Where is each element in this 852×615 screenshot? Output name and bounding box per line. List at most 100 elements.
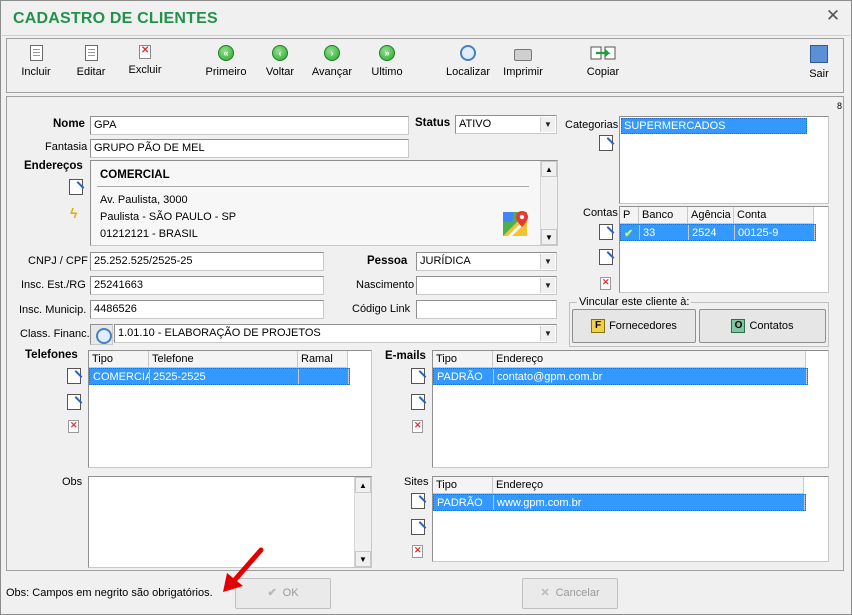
panel-marker: 8: [837, 101, 843, 111]
contatos-icon: O: [731, 319, 746, 334]
imprimir-button[interactable]: Imprimir: [501, 45, 545, 89]
cancel-label: Cancelar: [555, 587, 600, 599]
add-site-icon[interactable]: [411, 493, 425, 509]
col-header: Endereço: [493, 477, 804, 493]
endereco-cell: contato@gpm.com.br: [494, 369, 807, 384]
col-header: Banco: [639, 207, 688, 223]
vincular-title: Vincular este cliente à:: [577, 296, 692, 308]
edit-site-icon[interactable]: [411, 519, 425, 535]
insc-est-label: Insc. Est./RG: [21, 279, 86, 291]
edit-conta-icon[interactable]: [599, 249, 613, 265]
sites-label: Sites: [404, 476, 429, 488]
table-row[interactable]: PADRÃO www.gpm.com.br: [433, 494, 806, 511]
lightning-icon[interactable]: ϟ: [70, 205, 77, 221]
sair-button[interactable]: Sair: [803, 45, 835, 89]
table-row[interactable]: ✔ 33 2524 00125-9: [620, 224, 816, 241]
insc-munic-field[interactable]: 4486526: [90, 300, 324, 319]
cnpj-label: CNPJ / CPF: [28, 255, 88, 267]
printer-icon: [514, 49, 532, 61]
table-row[interactable]: COMERCIA 2525-2525: [89, 368, 350, 385]
previous-record-icon: ‹: [272, 45, 288, 61]
contatos-button[interactable]: O Contatos: [699, 309, 826, 343]
cnpj-field[interactable]: 25.252.525/2525-25: [90, 252, 324, 271]
window-title: CADASTRO DE CLIENTES: [13, 10, 218, 27]
codigo-link-field[interactable]: [416, 300, 557, 319]
add-telefone-icon[interactable]: [67, 368, 81, 384]
telefones-header: Tipo Telefone Ramal: [89, 351, 348, 368]
emails-header: Tipo Endereço: [433, 351, 806, 368]
magnifier-icon: [96, 328, 112, 344]
delete-telefone-icon[interactable]: [68, 420, 79, 433]
contas-label: Contas: [583, 207, 618, 219]
copiar-button[interactable]: Copiar: [583, 45, 623, 89]
red-arrow-annotation-icon: [223, 547, 264, 592]
categoria-item[interactable]: SUPERMERCADOS: [621, 118, 807, 134]
voltar-label: Voltar: [265, 66, 295, 78]
primeiro-button[interactable]: « Primeiro: [203, 45, 249, 89]
address-divider: [97, 186, 529, 187]
class-financ-search-button[interactable]: [90, 324, 113, 345]
address-line3: 01212121 - BRASIL: [100, 228, 198, 240]
tipo-cell: PADRÃO: [434, 495, 494, 510]
sair-label: Sair: [809, 68, 829, 80]
edit-email-icon[interactable]: [411, 394, 425, 410]
col-header: Endereço: [493, 351, 806, 367]
edit-address-icon[interactable]: [69, 179, 83, 195]
emails-grid[interactable]: Tipo Endereço PADRÃO contato@gpm.com.br: [432, 350, 829, 468]
sites-header: Tipo Endereço: [433, 477, 804, 494]
emails-label: E-mails: [385, 350, 426, 362]
fantasia-field[interactable]: GRUPO PÃO DE MEL: [90, 139, 409, 158]
nome-field[interactable]: GPA: [90, 116, 409, 135]
class-financ-select[interactable]: 1.01.10 - ELABORAÇÃO DE PROJETOS ▼: [114, 324, 557, 343]
telefones-grid[interactable]: Tipo Telefone Ramal COMERCIA 2525-2525: [88, 350, 372, 468]
delete-email-icon[interactable]: [412, 420, 423, 433]
nascimento-field[interactable]: ▼: [416, 276, 557, 295]
chevron-down-icon: ▼: [540, 278, 555, 293]
sites-grid[interactable]: Tipo Endereço PADRÃO www.gpm.com.br: [432, 476, 829, 562]
avancar-button[interactable]: › Avançar: [309, 45, 355, 89]
telefones-label: Telefones: [25, 349, 78, 361]
close-button[interactable]: ✕: [822, 6, 844, 26]
telefone-cell: 2525-2525: [150, 369, 299, 384]
google-maps-icon[interactable]: [502, 209, 530, 240]
categorias-list[interactable]: SUPERMERCADOS: [619, 116, 829, 204]
incluir-button[interactable]: Incluir: [18, 45, 54, 89]
voltar-button[interactable]: ‹ Voltar: [262, 45, 298, 89]
categorias-label: Categorias: [565, 119, 619, 131]
insc-est-field[interactable]: 25241663: [90, 276, 324, 295]
edit-telefone-icon[interactable]: [67, 394, 81, 410]
status-select[interactable]: ATIVO ▼: [455, 115, 557, 134]
add-email-icon[interactable]: [411, 368, 425, 384]
pessoa-select[interactable]: JURÍDICA ▼: [416, 252, 557, 271]
tipo-cell: COMERCIA: [90, 369, 150, 384]
col-header: Ramal: [298, 351, 348, 367]
cancel-button[interactable]: ✕ Cancelar: [522, 578, 618, 609]
delete-site-icon[interactable]: [412, 545, 423, 558]
address-card[interactable]: COMERCIAL Av. Paulista, 3000 Paulista - …: [90, 160, 558, 246]
excluir-button[interactable]: Excluir: [125, 45, 165, 89]
table-row[interactable]: PADRÃO contato@gpm.com.br: [433, 368, 808, 385]
enderecos-label: Endereços: [24, 160, 83, 172]
address-scrollbar[interactable]: ▲ ▼: [540, 161, 557, 245]
pessoa-value: JURÍDICA: [420, 255, 471, 267]
client-registration-window: CADASTRO DE CLIENTES ✕ Incluir Editar Ex…: [0, 0, 852, 615]
contas-grid[interactable]: P Banco Agência Conta ✔ 33 2524 00125-9: [619, 206, 829, 293]
scroll-up-icon[interactable]: ▲: [355, 477, 371, 493]
address-line1: Av. Paulista, 3000: [100, 194, 188, 206]
obs-scrollbar[interactable]: ▲ ▼: [354, 477, 371, 567]
edit-categorias-icon[interactable]: [599, 135, 613, 151]
delete-conta-icon[interactable]: [600, 277, 611, 290]
scroll-down-icon[interactable]: ▼: [355, 551, 371, 567]
fantasia-label: Fantasia: [45, 141, 88, 153]
fornecedores-button[interactable]: F Fornecedores: [572, 309, 696, 343]
class-financ-label: Class. Financ.: [20, 328, 90, 340]
localizar-button[interactable]: Localizar: [443, 45, 493, 89]
form-panel: 8 Nome GPA Fantasia GRUPO PÃO DE MEL Sta…: [6, 96, 844, 571]
scroll-up-icon[interactable]: ▲: [541, 161, 557, 177]
editar-button[interactable]: Editar: [73, 45, 109, 89]
add-conta-icon[interactable]: [599, 224, 613, 240]
col-header: Agência: [688, 207, 734, 223]
ultimo-button[interactable]: » Ultimo: [369, 45, 405, 89]
scroll-down-icon[interactable]: ▼: [541, 229, 557, 245]
agencia-cell: 2524: [689, 225, 735, 240]
